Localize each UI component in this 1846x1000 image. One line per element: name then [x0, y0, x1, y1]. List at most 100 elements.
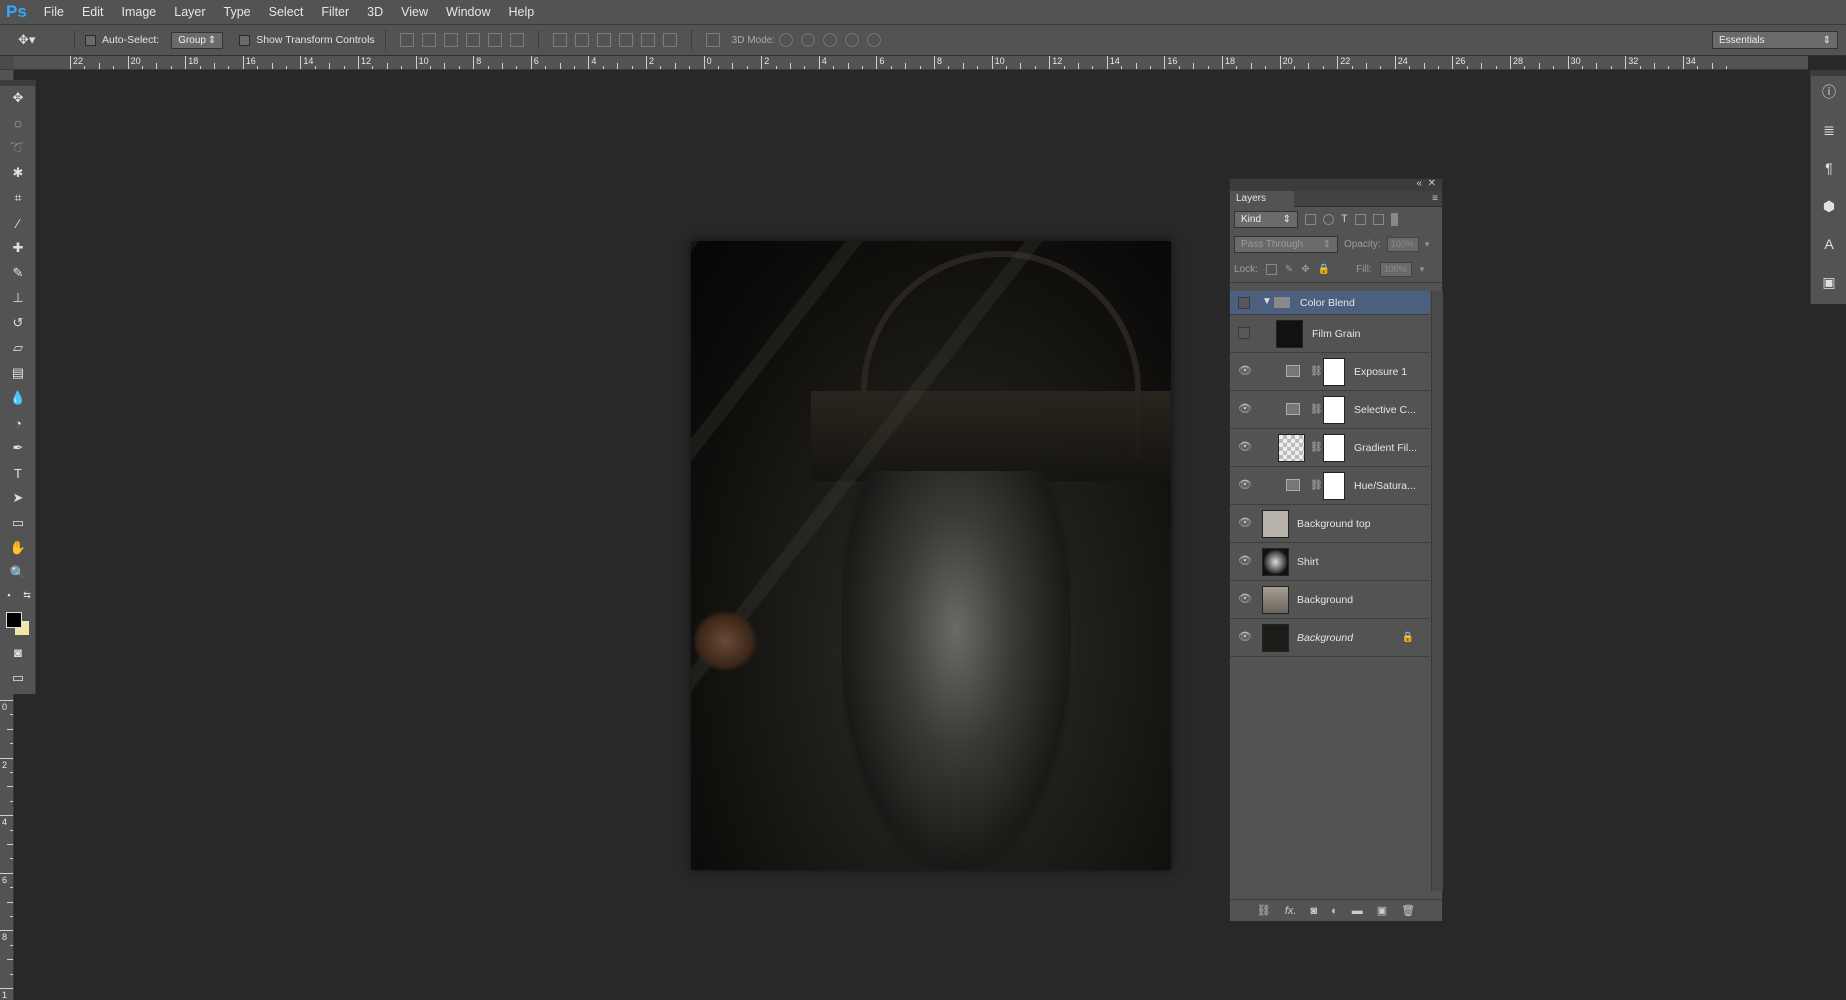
brush-tool-icon[interactable]: ✎ [8, 263, 28, 283]
visibility-toggle[interactable] [1238, 327, 1250, 339]
panel-title-bar[interactable]: « ✕ [1230, 178, 1442, 191]
menu-select[interactable]: Select [260, 5, 313, 19]
3d-drag-icon[interactable] [823, 33, 838, 47]
layer-mask-thumbnail[interactable] [1323, 358, 1345, 386]
properties-panel-icon[interactable]: ▣ [1819, 272, 1839, 292]
lasso-tool-icon[interactable]: ➰ [8, 138, 28, 158]
clone-stamp-icon[interactable]: ⊥ [8, 288, 28, 308]
marquee-tool-icon[interactable]: ◌ [8, 113, 28, 133]
blend-mode-dropdown[interactable]: Pass Through ⇕ [1234, 235, 1338, 253]
link-chain-icon[interactable]: ⛓ [1310, 480, 1323, 491]
align-right-icon[interactable] [509, 33, 524, 47]
swap-colors-icon[interactable]: ⇆ [20, 588, 34, 602]
character-style-icon[interactable]: ≣ [1819, 120, 1839, 140]
character-panel-icon[interactable]: A [1819, 234, 1839, 254]
opacity-arrow-icon[interactable]: ▾ [1425, 239, 1430, 250]
add-mask-icon[interactable]: ◙ [1310, 905, 1317, 917]
info-panel-icon[interactable]: ⓘ [1819, 82, 1839, 102]
distribute-right-icon[interactable] [662, 33, 677, 47]
align-vertical-center-icon[interactable] [421, 33, 436, 47]
menu-view[interactable]: View [392, 5, 437, 19]
distribute-vertical-center-icon[interactable] [574, 33, 589, 47]
default-colors-icon[interactable]: ▪ [2, 588, 16, 602]
3d-roll-icon[interactable] [801, 33, 816, 47]
layer-row-gradient-fill[interactable]: 👁 ⛓ Gradient Fil... [1230, 429, 1430, 467]
eye-icon[interactable]: 👁 [1238, 442, 1252, 453]
show-transform-option[interactable]: Show Transform Controls [239, 34, 375, 46]
lock-image-icon[interactable]: ✎ [1285, 264, 1293, 275]
paragraph-icon[interactable]: ¶ [1819, 158, 1839, 178]
dodge-tool-icon[interactable]: ◔ [8, 413, 28, 433]
link-layers-icon[interactable]: ⛓ [1257, 904, 1271, 917]
tab-layers[interactable]: Layers [1230, 191, 1294, 207]
layer-style-fx-icon[interactable]: fx. [1285, 905, 1297, 917]
lock-transparent-icon[interactable] [1265, 264, 1277, 275]
foreground-color-swatch[interactable] [6, 612, 22, 628]
move-tool-icon[interactable]: ✥ [8, 88, 28, 108]
screen-mode-icon[interactable]: ▭ [8, 668, 28, 688]
layer-mask-thumbnail[interactable] [1323, 434, 1345, 462]
fill-arrow-icon[interactable]: ▾ [1420, 264, 1425, 275]
eye-icon[interactable]: 👁 [1238, 632, 1252, 643]
link-chain-icon[interactable]: ⛓ [1310, 442, 1323, 453]
auto-align-layers-icon[interactable] [705, 33, 720, 47]
layer-row-background[interactable]: 👁 Background [1230, 581, 1430, 619]
filter-toggle-icon[interactable] [1390, 212, 1398, 226]
align-horizontal-center-icon[interactable] [487, 33, 502, 47]
3d-panel-icon[interactable]: ⬢ [1819, 196, 1839, 216]
eye-icon[interactable]: 👁 [1238, 556, 1252, 567]
layer-row-selective-color[interactable]: 👁 ⛓ Selective C... [1230, 391, 1430, 429]
3d-rotate-icon[interactable] [779, 33, 794, 47]
eye-icon[interactable]: 👁 [1238, 404, 1252, 415]
workspace-switcher[interactable]: Essentials ⇕ [1712, 31, 1838, 49]
path-selection-icon[interactable]: ➤ [8, 488, 28, 508]
hand-tool-icon[interactable]: ✋ [8, 538, 28, 558]
panel-menu-icon[interactable]: ≡ [1432, 193, 1438, 204]
new-group-icon[interactable]: ▬ [1352, 905, 1363, 917]
menu-window[interactable]: Window [437, 5, 499, 19]
layer-row-film-grain[interactable]: Film Grain [1230, 315, 1430, 353]
zoom-tool-icon[interactable]: 🔍 [8, 563, 28, 583]
filter-adjustment-icon[interactable] [1323, 213, 1334, 225]
eye-icon[interactable]: 👁 [1238, 594, 1252, 605]
filter-smart-object-icon[interactable] [1372, 213, 1384, 225]
align-bottom-icon[interactable] [443, 33, 458, 47]
lock-all-icon[interactable]: 🔒 [1318, 264, 1330, 275]
new-layer-icon[interactable]: ▣ [1377, 904, 1387, 917]
align-left-icon[interactable] [465, 33, 480, 47]
link-chain-icon[interactable]: ⛓ [1310, 366, 1323, 377]
link-chain-icon[interactable]: ⛓ [1310, 404, 1323, 415]
menu-image[interactable]: Image [113, 5, 166, 19]
document-canvas[interactable] [691, 241, 1171, 870]
shape-tool-icon[interactable]: ▭ [8, 513, 28, 533]
3d-slide-icon[interactable] [845, 33, 860, 47]
eye-icon[interactable]: 👁 [1238, 480, 1252, 491]
horizontal-ruler[interactable]: 22 20 18 16 14 12 10 8 6 4 2 0 2 4 6 8 10 12 14 16 18 20 22 24 2… [0, 56, 1808, 70]
filter-shape-icon[interactable] [1354, 213, 1366, 225]
layer-row-background-top[interactable]: 👁 Background top [1230, 505, 1430, 543]
menu-help[interactable]: Help [500, 5, 544, 19]
auto-select-target-dropdown[interactable]: Group ⇕ [171, 31, 224, 49]
history-brush-icon[interactable]: ↺ [8, 313, 28, 333]
menu-type[interactable]: Type [215, 5, 260, 19]
layer-mask-thumbnail[interactable] [1323, 472, 1345, 500]
layer-row-hue-saturation[interactable]: 👁 ⛓ Hue/Satura... [1230, 467, 1430, 505]
distribute-horizontal-center-icon[interactable] [640, 33, 655, 47]
auto-select-option[interactable]: Auto-Select: [85, 34, 159, 46]
align-top-icon[interactable] [399, 33, 414, 47]
opacity-field[interactable]: 100% [1386, 236, 1419, 252]
menu-3d[interactable]: 3D [358, 5, 392, 19]
layers-scrollbar[interactable] [1431, 291, 1443, 891]
delete-layer-icon[interactable]: 🗑 [1401, 904, 1415, 917]
eye-icon[interactable]: 👁 [1238, 518, 1252, 529]
pen-tool-icon[interactable]: ✒ [8, 438, 28, 458]
type-tool-icon[interactable]: T [8, 463, 28, 483]
filter-type-icon[interactable]: T [1341, 213, 1348, 225]
tool-preset-picker[interactable]: ✥▾ [18, 29, 64, 51]
layer-row-exposure[interactable]: 👁 ⛓ Exposure 1 [1230, 353, 1430, 391]
layer-mask-thumbnail[interactable] [1323, 396, 1345, 424]
eyedropper-icon[interactable]: ⁄ [8, 213, 28, 233]
healing-brush-icon[interactable]: ✚ [8, 238, 28, 258]
distribute-left-icon[interactable] [618, 33, 633, 47]
menu-layer[interactable]: Layer [165, 5, 214, 19]
